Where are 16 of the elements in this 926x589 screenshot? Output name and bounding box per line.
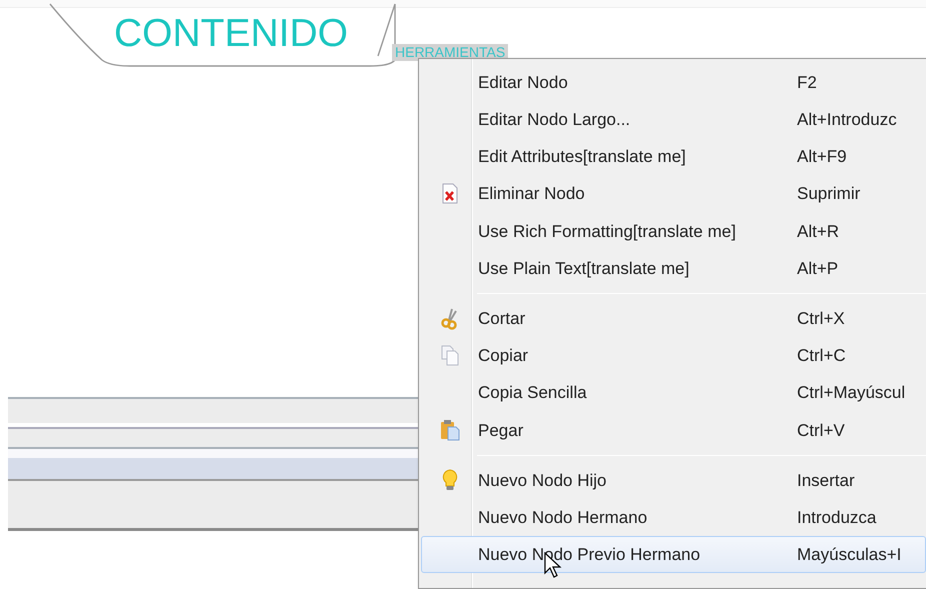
menu-item[interactable]: Nuevo Nodo Hijo Insertar [421, 462, 926, 500]
menu-item[interactable]: Eliminar Nodo Suprimir [421, 176, 926, 213]
menu-item[interactable]: Copia Sencilla Ctrl+Mayúscul [421, 374, 926, 412]
clipboard-icon [440, 419, 460, 442]
menu-item[interactable]: Use Rich Formatting[translate me] Alt+R [421, 212, 926, 250]
menu-item[interactable]: Use Plain Text[translate me] Alt+P [421, 250, 926, 288]
menu-item[interactable]: Cortar Ctrl+X [421, 300, 926, 338]
menu-item[interactable]: Editar Nodo Largo... Alt+Introduzc [421, 101, 926, 138]
delete-file-icon [440, 183, 460, 206]
menu-item[interactable]: Copiar Ctrl+C [421, 337, 926, 374]
menu-item[interactable]: Editar Nodo F2 [421, 64, 926, 102]
menu-item[interactable]: Edit Attributes[translate me] Alt+F9 [421, 138, 926, 176]
lightbulb-icon [440, 469, 460, 492]
menu-item[interactable]: Pegar Ctrl+V [421, 412, 926, 449]
copy-pages-icon [440, 344, 460, 367]
menu-item[interactable]: Nuevo Nodo Hermano Introduzca [421, 499, 926, 536]
